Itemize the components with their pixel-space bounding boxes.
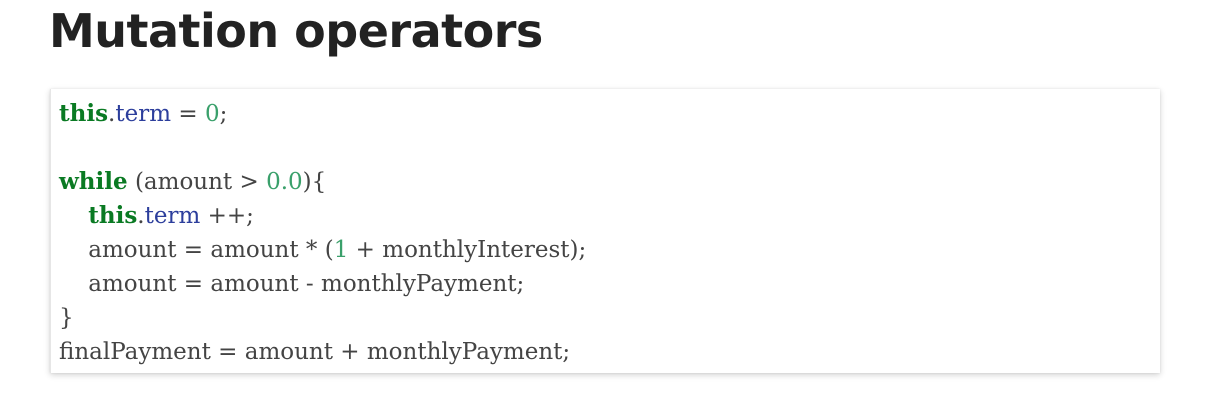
code-field: term (144, 203, 201, 229)
code-text: (amount > (127, 169, 267, 195)
code-line: } (59, 301, 586, 335)
code-number: 1 (333, 237, 349, 263)
code-text: } (59, 305, 74, 331)
code-text: . (137, 203, 145, 229)
code-keyword: while (59, 168, 128, 195)
code-block: this.term = 0; while (amount > 0.0){ thi… (50, 89, 1160, 373)
code-text: finalPayment = amount + monthlyPayment; (59, 339, 571, 365)
code-keyword: this (88, 202, 138, 229)
code-number: 0.0 (266, 169, 303, 195)
code-field: term (115, 101, 172, 127)
code-text: ++; (200, 203, 254, 229)
code-text: ; (219, 101, 228, 127)
code-line: this.term = 0; (59, 97, 586, 131)
code-text: ){ (302, 169, 327, 195)
code-line: amount = amount * (1 + monthlyInterest); (59, 233, 586, 267)
slide: Mutation operators this.term = 0; while … (0, 0, 1231, 416)
code-number: 0 (204, 101, 220, 127)
code-line: finalPayment = amount + monthlyPayment; (59, 335, 586, 369)
code-text: amount = amount - monthlyPayment; (59, 271, 525, 297)
page-title: Mutation operators (49, 4, 543, 58)
code-text: + monthlyInterest); (348, 237, 587, 263)
code-line: amount = amount - monthlyPayment; (59, 267, 586, 301)
code-line: this.term ++; (59, 199, 586, 233)
code-listing: this.term = 0; while (amount > 0.0){ thi… (59, 97, 586, 369)
code-keyword: this (59, 100, 109, 127)
code-text: amount = amount * ( (59, 237, 334, 263)
code-line: while (amount > 0.0){ (59, 165, 586, 199)
code-operator: = (171, 101, 205, 127)
